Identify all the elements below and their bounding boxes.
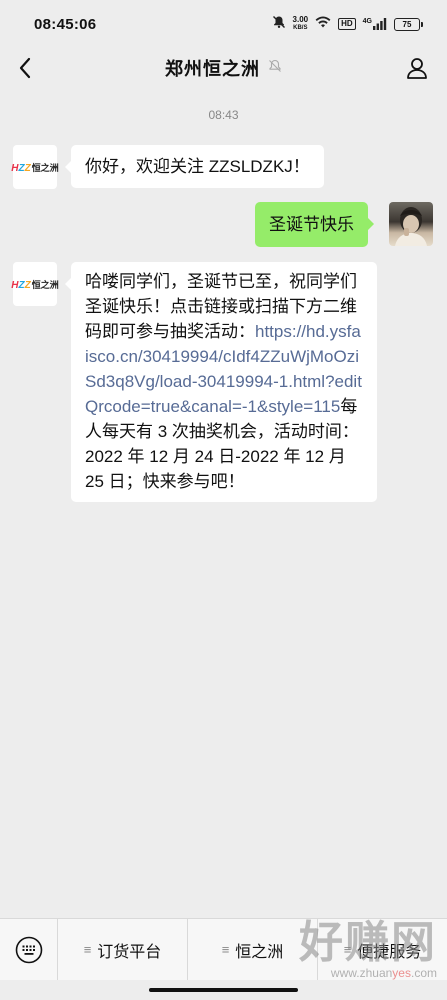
menu-item-label: 便捷服务 (357, 943, 422, 961)
official-account-avatar[interactable]: HZZ恒之洲 (11, 145, 59, 189)
hengzhizhou-logo: HZZ恒之洲 (11, 162, 59, 174)
network-type-label: 4G (362, 18, 372, 25)
wifi-icon (315, 15, 331, 33)
chevron-left-icon (19, 57, 31, 79)
battery-level: 75 (394, 17, 420, 31)
menu-item-convenient-services[interactable]: ≡ 便捷服务 (318, 919, 447, 980)
message-text: 圣诞节快乐 (269, 215, 354, 234)
account-menu-bar: ≡ 订货平台 ≡ 恒之洲 ≡ 便捷服务 (0, 918, 447, 980)
battery-icon: 75 (394, 17, 423, 31)
message-bubble-event[interactable]: 哈喽同学们，圣诞节已至，祝同学们圣诞快乐！点击链接或扫描下方二维码即可参与抽奖活… (65, 262, 377, 502)
menu-item-hengzhizhou[interactable]: ≡ 恒之洲 (188, 919, 318, 980)
mute-bell-icon (272, 15, 286, 34)
menu-list-icon: ≡ (83, 942, 92, 957)
chat-title: 郑州恒之洲 (165, 59, 260, 79)
signal-icon: 4G (363, 18, 387, 30)
keyboard-toggle-button[interactable] (0, 919, 58, 980)
profile-button[interactable] (401, 52, 433, 84)
message-bubble-welcome[interactable]: 你好，欢迎关注 ZZSLDZKJ！ (65, 145, 324, 188)
nav-title-group: 郑州恒之洲 (165, 55, 282, 81)
home-indicator[interactable] (149, 988, 298, 992)
menu-item-label: 订货平台 (97, 943, 162, 961)
mute-notifications-icon (268, 59, 282, 78)
user-avatar[interactable] (389, 202, 433, 246)
status-icons: 3.00 KB/S HD 4G 75 (272, 15, 423, 34)
chat-timestamp: 08:43 (208, 108, 239, 122)
nav-bar: 郑州恒之洲 (0, 48, 447, 88)
menu-item-label: 恒之洲 (235, 943, 284, 961)
status-time: 08:45:06 (34, 15, 97, 33)
menu-list-icon: ≡ (221, 942, 230, 957)
menu-item-ordering-platform[interactable]: ≡ 订货平台 (58, 919, 188, 980)
menu-list-icon: ≡ (343, 942, 352, 957)
hd-badge: HD (338, 18, 356, 30)
hengzhizhou-logo: HZZ恒之洲 (11, 279, 59, 291)
message-text: 你好，欢迎关注 ZZSLDZKJ！ (85, 157, 310, 176)
back-button[interactable] (10, 53, 40, 83)
network-speed-unit: KB/S (293, 25, 308, 31)
person-icon (407, 58, 427, 79)
official-account-avatar[interactable]: HZZ恒之洲 (11, 262, 59, 306)
keyboard-icon (15, 936, 42, 963)
status-bar: 08:45:06 3.00 KB/S HD 4G 75 (0, 0, 447, 48)
message-bubble-user[interactable]: 圣诞节快乐 (255, 202, 374, 247)
network-speed: 3.00 KB/S (293, 16, 309, 32)
network-speed-value: 3.00 (292, 15, 309, 24)
